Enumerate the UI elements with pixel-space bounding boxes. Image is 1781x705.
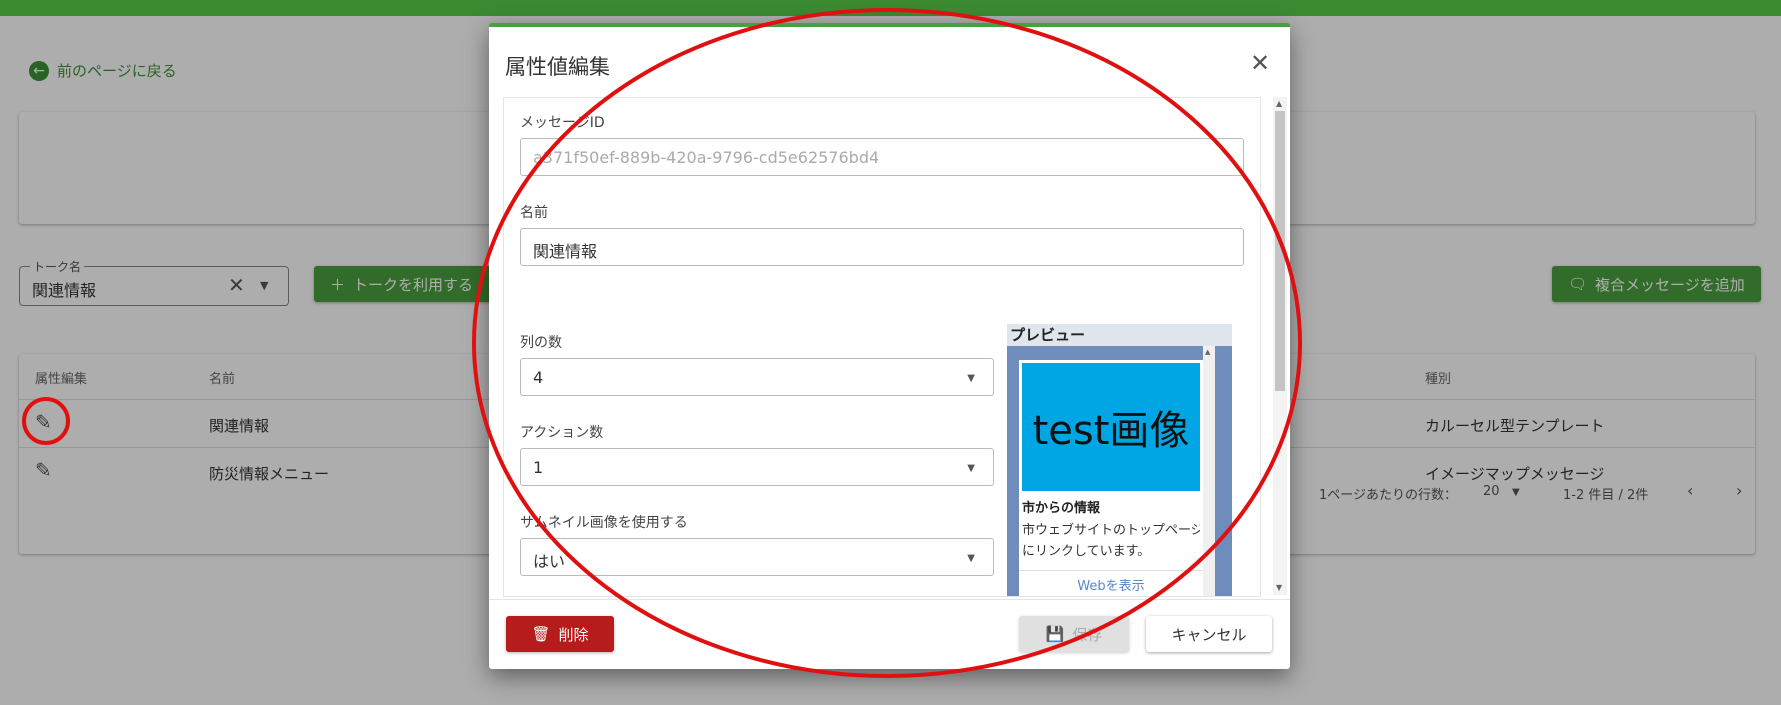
thumbnail-label: サムネイル画像を使用する bbox=[520, 515, 688, 531]
dialog-form: メッセージID a371f50ef-889b-420a-9796-cd5e625… bbox=[503, 97, 1261, 597]
save-icon: 💾 bbox=[1045, 625, 1065, 643]
chevron-down-icon: ▼ bbox=[967, 463, 975, 474]
cancel-button[interactable]: キャンセル bbox=[1146, 616, 1272, 652]
name-label: 名前 bbox=[520, 205, 548, 221]
actions-select[interactable]: 1 ▼ bbox=[520, 448, 994, 486]
thumbnail-select[interactable]: はい ▼ bbox=[520, 538, 994, 576]
delete-button[interactable]: 🗑 削除 bbox=[506, 616, 614, 652]
save-button[interactable]: 💾 保存 bbox=[1019, 616, 1129, 652]
cancel-button-label: キャンセル bbox=[1171, 625, 1247, 644]
preview-text-line: にリンクしています。 bbox=[1022, 544, 1151, 559]
preview-scrollbar[interactable]: ▲ bbox=[1203, 346, 1215, 596]
preview-image: test画像 bbox=[1022, 363, 1200, 491]
scroll-up-icon[interactable]: ▲ bbox=[1276, 99, 1282, 108]
dialog-title: 属性値編集 bbox=[505, 55, 610, 79]
preview-text: 市ウェブサイトのトップページ にリンクしています。 bbox=[1022, 520, 1200, 562]
actions-value: 1 bbox=[533, 458, 544, 477]
columns-value: 4 bbox=[533, 368, 544, 387]
preview-card: test画像 市からの情報 市ウェブサイトのトップページ にリンクしています。 … bbox=[1019, 360, 1203, 596]
top-app-bar bbox=[0, 0, 1781, 16]
actions-label: アクション数 bbox=[520, 425, 604, 441]
preview-title: 市からの情報 bbox=[1022, 501, 1101, 516]
scroll-thumb[interactable] bbox=[1275, 111, 1285, 391]
dialog-scrollbar[interactable]: ▲ ▼ bbox=[1273, 97, 1287, 595]
save-button-label: 保存 bbox=[1072, 625, 1103, 644]
scroll-up-icon[interactable]: ▲ bbox=[1205, 348, 1210, 356]
attribute-edit-dialog: 属性値編集 ✕ メッセージID a371f50ef-889b-420a-9796… bbox=[489, 23, 1290, 669]
columns-label: 列の数 bbox=[520, 335, 562, 351]
message-id-label: メッセージID bbox=[520, 115, 605, 131]
trash-icon: 🗑 bbox=[531, 625, 551, 643]
message-id-field: a371f50ef-889b-420a-9796-cd5e62576bd4 bbox=[520, 138, 1244, 176]
columns-select[interactable]: 4 ▼ bbox=[520, 358, 994, 396]
name-field[interactable]: 関連情報 bbox=[520, 228, 1244, 266]
dialog-footer: 🗑 削除 💾 保存 キャンセル bbox=[489, 599, 1290, 669]
delete-button-label: 削除 bbox=[558, 625, 589, 644]
preview-header: プレビュー bbox=[1007, 324, 1232, 346]
preview-text-line: 市ウェブサイトのトップページ bbox=[1022, 523, 1200, 538]
chevron-down-icon: ▼ bbox=[967, 553, 975, 564]
close-icon[interactable]: ✕ bbox=[1250, 49, 1270, 77]
thumbnail-value: はい bbox=[533, 552, 566, 571]
chevron-down-icon: ▼ bbox=[967, 373, 975, 384]
scroll-down-icon[interactable]: ▼ bbox=[1276, 583, 1282, 592]
carousel-preview: プレビュー test画像 市からの情報 市ウェブサイトのトップページ にリンクし… bbox=[1007, 324, 1232, 596]
preview-web-link[interactable]: Webを表示 bbox=[1019, 570, 1203, 594]
